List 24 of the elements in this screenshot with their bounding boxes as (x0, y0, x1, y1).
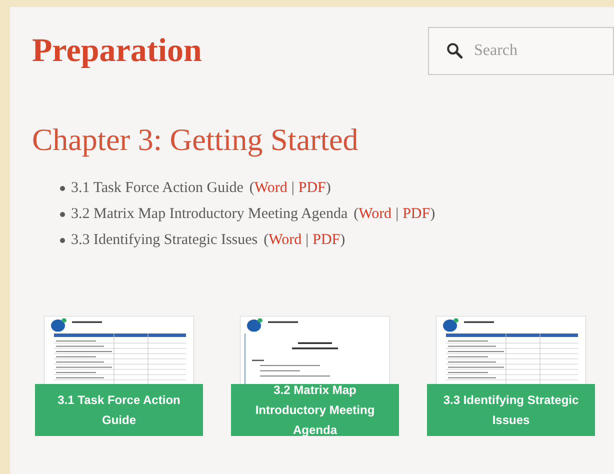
parenthesis: ( (354, 205, 359, 224)
card-caption[interactable]: 3.2 Matrix Map Introductory Meeting Agenda (231, 384, 399, 436)
document-title: 3.3 Identifying Strategic Issues (71, 231, 258, 250)
search-field[interactable]: Search (428, 27, 614, 75)
download-link[interactable]: PDF (298, 177, 326, 200)
link-separator: | (290, 179, 296, 198)
parenthesis: ( (264, 231, 269, 250)
link-separator: | (394, 205, 400, 224)
chapter-heading: Chapter 3: Getting Started (31, 121, 360, 159)
download-link[interactable]: Word (358, 203, 392, 226)
parenthesis: ( (249, 179, 254, 198)
download-link[interactable]: PDF (402, 203, 430, 226)
download-link[interactable]: Word (254, 177, 288, 200)
document-title: 3.1 Task Force Action Guide (71, 179, 244, 198)
download-link[interactable]: PDF (312, 229, 340, 252)
page-title: Preparation (32, 32, 202, 71)
download-link[interactable]: Word (268, 229, 302, 252)
link-separator: | (304, 231, 310, 250)
parenthesis: ) (430, 205, 436, 224)
card-caption[interactable]: 3.1 Task Force Action Guide (35, 384, 203, 436)
card-caption[interactable]: 3.3 Identifying Strategic Issues (427, 384, 595, 436)
parenthesis: ) (326, 179, 331, 198)
parenthesis: ) (340, 231, 346, 250)
document-title: 3.2 Matrix Map Introductory Meeting Agenda (71, 205, 348, 224)
